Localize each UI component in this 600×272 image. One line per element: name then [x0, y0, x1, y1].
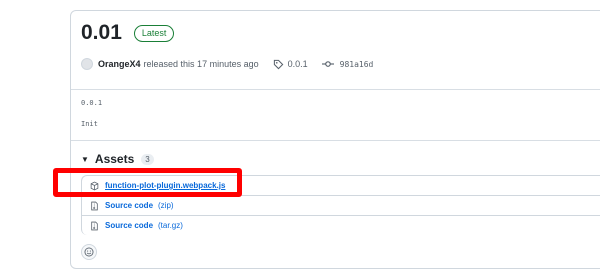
commit-link[interactable]: 981a16d [340, 60, 374, 69]
tag-icon [273, 59, 283, 69]
author-link[interactable]: OrangeX4 [98, 59, 141, 69]
asset-link-source-zip[interactable]: Source code [105, 201, 153, 210]
tag-link[interactable]: 0.0.1 [288, 59, 308, 69]
assets-count-badge: 3 [141, 153, 154, 165]
asset-ext-targz[interactable]: (tar.gz) [158, 221, 183, 230]
assets-list: function-plot-plugin.webpack.js Source c… [81, 175, 600, 235]
assets-toggle[interactable]: ▼ Assets 3 [81, 152, 154, 166]
asset-link-webpack[interactable]: function-plot-plugin.webpack.js [105, 181, 225, 190]
release-title[interactable]: 0.01 [81, 21, 122, 45]
file-zip-icon [91, 201, 98, 210]
list-item: function-plot-plugin.webpack.js [82, 176, 600, 196]
add-reaction-button[interactable] [81, 244, 97, 260]
caret-down-icon: ▼ [81, 154, 89, 164]
divider [71, 89, 600, 90]
release-meta: OrangeX4 released this 17 minutes ago 0.… [81, 58, 373, 70]
released-text: released this 17 minutes ago [143, 59, 259, 69]
list-item: Source code (tar.gz) [82, 216, 600, 235]
release-card: 0.01 Latest OrangeX4 released this 17 mi… [70, 10, 600, 269]
latest-badge: Latest [133, 24, 175, 42]
package-icon [90, 181, 99, 190]
list-item: Source code (zip) [82, 196, 600, 216]
divider [71, 140, 600, 141]
asset-ext-zip[interactable]: (zip) [158, 201, 174, 210]
commit-icon [321, 61, 334, 67]
release-header: 0.01 Latest [81, 21, 600, 45]
release-notes-version: 0.0.1 [81, 99, 103, 107]
smiley-icon [84, 247, 94, 257]
asset-link-source-targz[interactable]: Source code [105, 221, 153, 230]
assets-heading: Assets [94, 152, 135, 166]
file-zip-icon [91, 221, 98, 230]
release-notes-message: Init [81, 120, 98, 128]
avatar[interactable] [81, 58, 93, 70]
